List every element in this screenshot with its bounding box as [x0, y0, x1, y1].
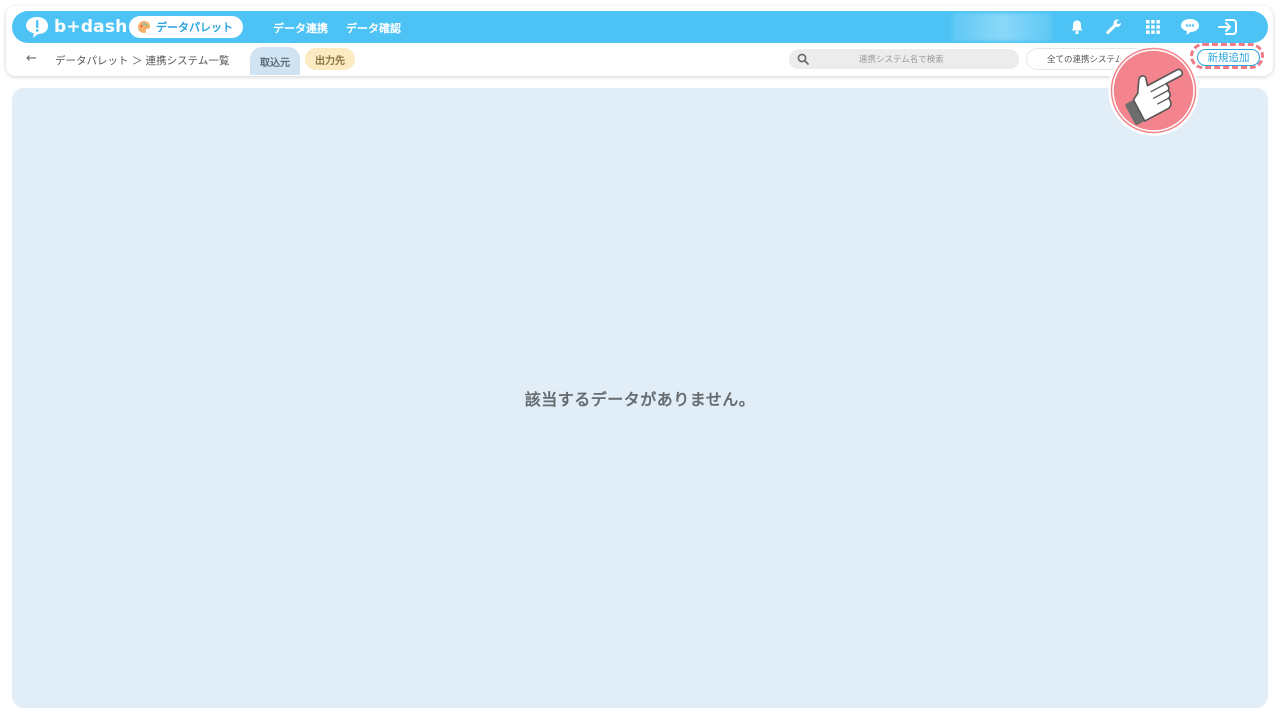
pointing-hand-icon	[1108, 45, 1199, 136]
logo-icon	[26, 17, 48, 38]
data-palette-pill[interactable]: データパレット	[129, 16, 243, 38]
chat-icon[interactable]	[1180, 17, 1200, 37]
tab-output-destination[interactable]: 出力先	[305, 48, 355, 70]
add-new-button-label: 新規追加	[1207, 52, 1250, 64]
bdash-logo[interactable]: b+dash	[24, 15, 127, 39]
palette-icon	[138, 21, 150, 33]
tab-output-destination-label: 出力先	[315, 55, 345, 67]
wrench-icon[interactable]	[1104, 17, 1124, 37]
add-button-highlight: 新規追加	[1190, 43, 1264, 69]
search-input[interactable]: 連携システム名で検索	[789, 49, 1019, 69]
user-info-blurred	[952, 13, 1052, 41]
empty-state-message: 該当するデータがありません。	[524, 390, 756, 409]
main-content-panel: 該当するデータがありません。	[12, 88, 1268, 708]
search-icon	[797, 53, 809, 65]
top-nav-bar: b+dash データパレット データ連携 データ確認	[12, 11, 1268, 43]
data-palette-label: データパレット	[156, 21, 233, 34]
grid-icon[interactable]	[1143, 17, 1163, 37]
search-placeholder: 連携システム名で検索	[859, 55, 944, 65]
nav-data-check[interactable]: データ確認	[346, 20, 401, 36]
breadcrumb: データパレット ＞ 連携システム一覧	[55, 55, 230, 67]
logout-icon[interactable]	[1218, 17, 1238, 37]
back-arrow-icon[interactable]: ←	[26, 51, 37, 66]
bell-icon[interactable]	[1067, 17, 1087, 37]
tab-import-source-label: 取込元	[260, 57, 290, 69]
add-new-button[interactable]: 新規追加	[1197, 49, 1260, 66]
logo-text: b+dash	[54, 17, 128, 37]
nav-data-linkage[interactable]: データ連携	[273, 20, 328, 36]
tab-import-source[interactable]: 取込元	[250, 47, 300, 75]
sub-toolbar: ← データパレット ＞ 連携システム一覧 取込元 出力先 連携システム名で検索 …	[12, 43, 1268, 75]
